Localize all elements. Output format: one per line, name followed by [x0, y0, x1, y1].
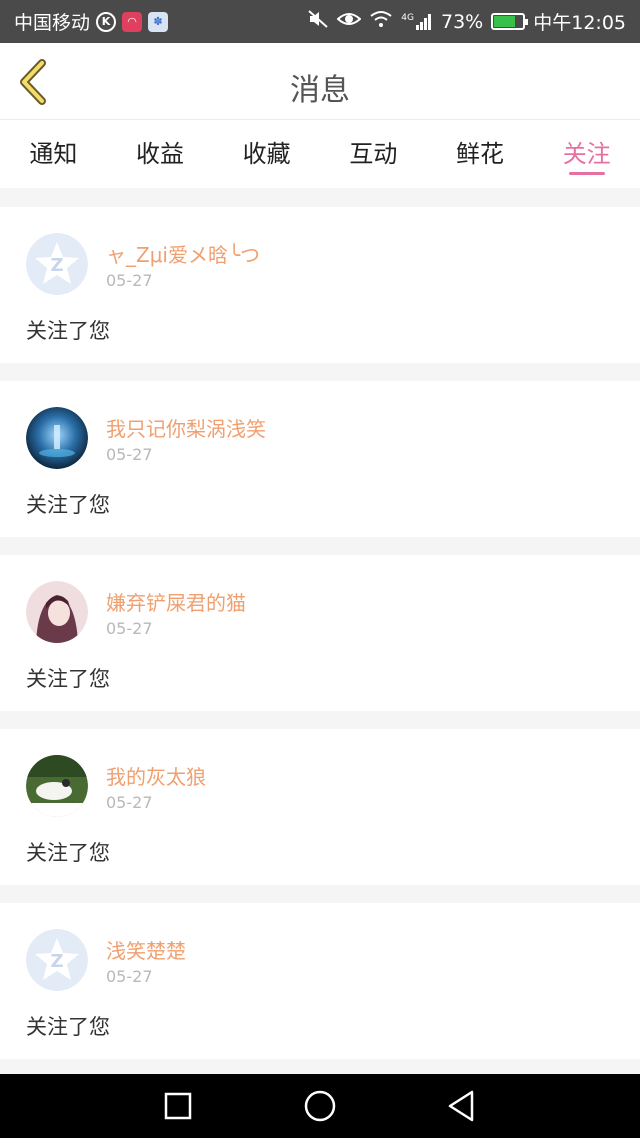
- circle-icon: [304, 1090, 336, 1122]
- message-text: 关注了您: [26, 841, 110, 865]
- app-notification-icon: ◠: [122, 11, 143, 32]
- list-item[interactable]: 我只记你梨涡浅笑 05-27 关注了您: [0, 381, 640, 537]
- home-button[interactable]: [288, 1074, 352, 1138]
- tab-favorites[interactable]: 收藏: [213, 120, 320, 188]
- recent-apps-button[interactable]: [146, 1074, 210, 1138]
- network-type-label: 4G: [401, 12, 414, 23]
- user-photo-avatar[interactable]: [26, 407, 88, 469]
- wifi-icon: [369, 10, 393, 33]
- battery-level-bar: [494, 16, 515, 27]
- default-avatar-icon[interactable]: Z: [26, 929, 88, 991]
- square-icon: [164, 1092, 192, 1120]
- baidu-paw-icon: ✽: [148, 11, 169, 32]
- message-text: 关注了您: [26, 667, 110, 691]
- mute-icon: [307, 9, 329, 34]
- username[interactable]: 浅笑楚楚: [106, 935, 186, 964]
- svg-text:Z: Z: [50, 951, 63, 972]
- default-avatar-icon[interactable]: Z: [26, 233, 88, 295]
- triangle-back-icon: [448, 1090, 474, 1122]
- battery-percent: 73%: [441, 10, 484, 33]
- eye-icon: [336, 10, 362, 33]
- clock: 中午12:05: [533, 12, 626, 34]
- svg-text:Z: Z: [50, 255, 63, 276]
- username[interactable]: 我只记你梨涡浅笑: [106, 413, 266, 442]
- battery-icon: [491, 13, 529, 30]
- message-text: 关注了您: [26, 1015, 110, 1039]
- tab-notifications[interactable]: 通知: [0, 120, 107, 188]
- tab-follows[interactable]: 关注: [533, 120, 640, 188]
- carrier-label: 中国移动: [14, 12, 91, 34]
- username[interactable]: 我的灰太狼: [106, 761, 206, 790]
- username[interactable]: ャ_Zμi爱メ晗╰つ: [106, 239, 260, 268]
- message-date: 05-27: [106, 271, 153, 290]
- message-text: 关注了您: [26, 319, 110, 343]
- message-list[interactable]: Z ャ_Zμi爱メ晗╰つ 05-27 关注了您 我只记你梨涡浅笑 05-27 关…: [0, 188, 640, 1074]
- signal-icon: 4G: [401, 13, 433, 31]
- list-item[interactable]: 嫌弃铲屎君的猫 05-27 关注了您: [0, 555, 640, 711]
- tab-flowers[interactable]: 鲜花: [427, 120, 534, 188]
- message-text: 关注了您: [26, 493, 110, 517]
- user-photo-avatar[interactable]: [26, 755, 88, 817]
- header: 消息: [0, 43, 640, 120]
- username[interactable]: 嫌弃铲屎君的猫: [106, 587, 246, 616]
- message-date: 05-27: [106, 619, 153, 638]
- list-item[interactable]: Z 浅笑楚楚 05-27 关注了您: [0, 903, 640, 1059]
- list-item[interactable]: Z ャ_Zμi爱メ晗╰つ 05-27 关注了您: [0, 207, 640, 363]
- user-photo-avatar[interactable]: [26, 581, 88, 643]
- message-date: 05-27: [106, 445, 153, 464]
- message-date: 05-27: [106, 967, 153, 986]
- tab-bar: 通知 收益 收藏 互动 鲜花 关注: [0, 120, 640, 188]
- status-bar: 中国移动 K ◠ ✽ 4G 73% 中午12:05: [0, 0, 640, 43]
- system-navigation-bar: [0, 1074, 640, 1138]
- tab-earnings[interactable]: 收益: [107, 120, 214, 188]
- back-nav-button[interactable]: [430, 1074, 494, 1138]
- page-title: 消息: [290, 73, 350, 108]
- tab-interactions[interactable]: 互动: [320, 120, 427, 188]
- message-date: 05-27: [106, 793, 153, 812]
- k-app-icon: K: [96, 11, 117, 32]
- list-item[interactable]: 我的灰太狼 05-27 关注了您: [0, 729, 640, 885]
